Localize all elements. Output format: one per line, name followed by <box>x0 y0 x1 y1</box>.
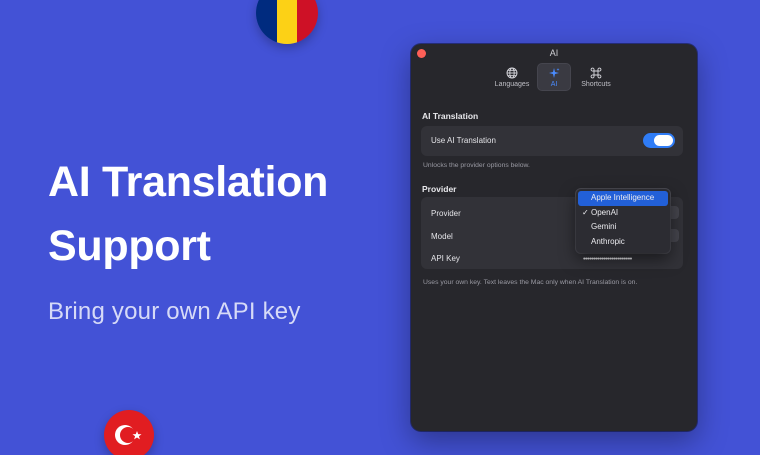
provider-menu: Apple Intelligence ✓ OpenAI Gemini Anthr… <box>576 189 670 253</box>
menu-item-label: OpenAI <box>591 207 619 217</box>
provider-label: Provider <box>431 209 461 218</box>
settings-window: AI Languages AI Shortcuts AI Translation… <box>411 44 697 431</box>
romania-flag <box>256 0 318 44</box>
hero-subtitle: Bring your own API key <box>48 298 301 325</box>
menu-item-apple-intelligence[interactable]: Apple Intelligence <box>578 191 668 206</box>
menu-item-label: Anthropic <box>591 236 625 246</box>
tab-shortcuts[interactable]: Shortcuts <box>577 63 615 91</box>
model-label: Model <box>431 232 453 241</box>
use-ai-label: Use AI Translation <box>431 136 496 145</box>
close-button[interactable] <box>417 49 426 58</box>
sparkles-icon <box>549 67 560 78</box>
provider-section-title: Provider <box>422 184 457 194</box>
provider-section-hint: Uses your own key. Text leaves the Mac o… <box>423 279 638 286</box>
tab-label: Languages <box>494 80 530 88</box>
ai-section-title: AI Translation <box>422 111 479 121</box>
turkey-flag <box>104 410 154 455</box>
window-title: AI <box>549 48 559 58</box>
window-titlebar: AI <box>411 44 697 62</box>
menu-item-openai[interactable]: ✓ OpenAI <box>578 206 668 221</box>
ai-toggle-group: Use AI Translation <box>421 126 683 156</box>
toggle-knob <box>654 135 673 146</box>
checkmark-icon: ✓ <box>582 207 589 217</box>
ai-section-hint: Unlocks the provider options below. <box>423 162 530 169</box>
tab-label: Shortcuts <box>581 80 611 88</box>
api-key-field[interactable]: •••••••••••••••••••••••• <box>583 254 632 263</box>
tab-languages[interactable]: Languages <box>493 63 531 91</box>
command-icon <box>590 67 602 78</box>
tab-ai[interactable]: AI <box>537 63 571 91</box>
use-ai-toggle[interactable] <box>643 133 675 148</box>
menu-item-label: Gemini <box>591 222 617 231</box>
globe-icon <box>506 67 518 78</box>
tab-label: AI <box>550 80 558 88</box>
api-key-label: API Key <box>431 254 460 263</box>
menu-item-anthropic[interactable]: Anthropic <box>578 235 668 250</box>
settings-toolbar: Languages AI Shortcuts <box>411 63 697 91</box>
menu-item-label: Apple Intelligence <box>591 193 655 202</box>
menu-item-gemini[interactable]: Gemini <box>578 220 668 235</box>
hero-title: AI Translation Support <box>48 158 329 270</box>
